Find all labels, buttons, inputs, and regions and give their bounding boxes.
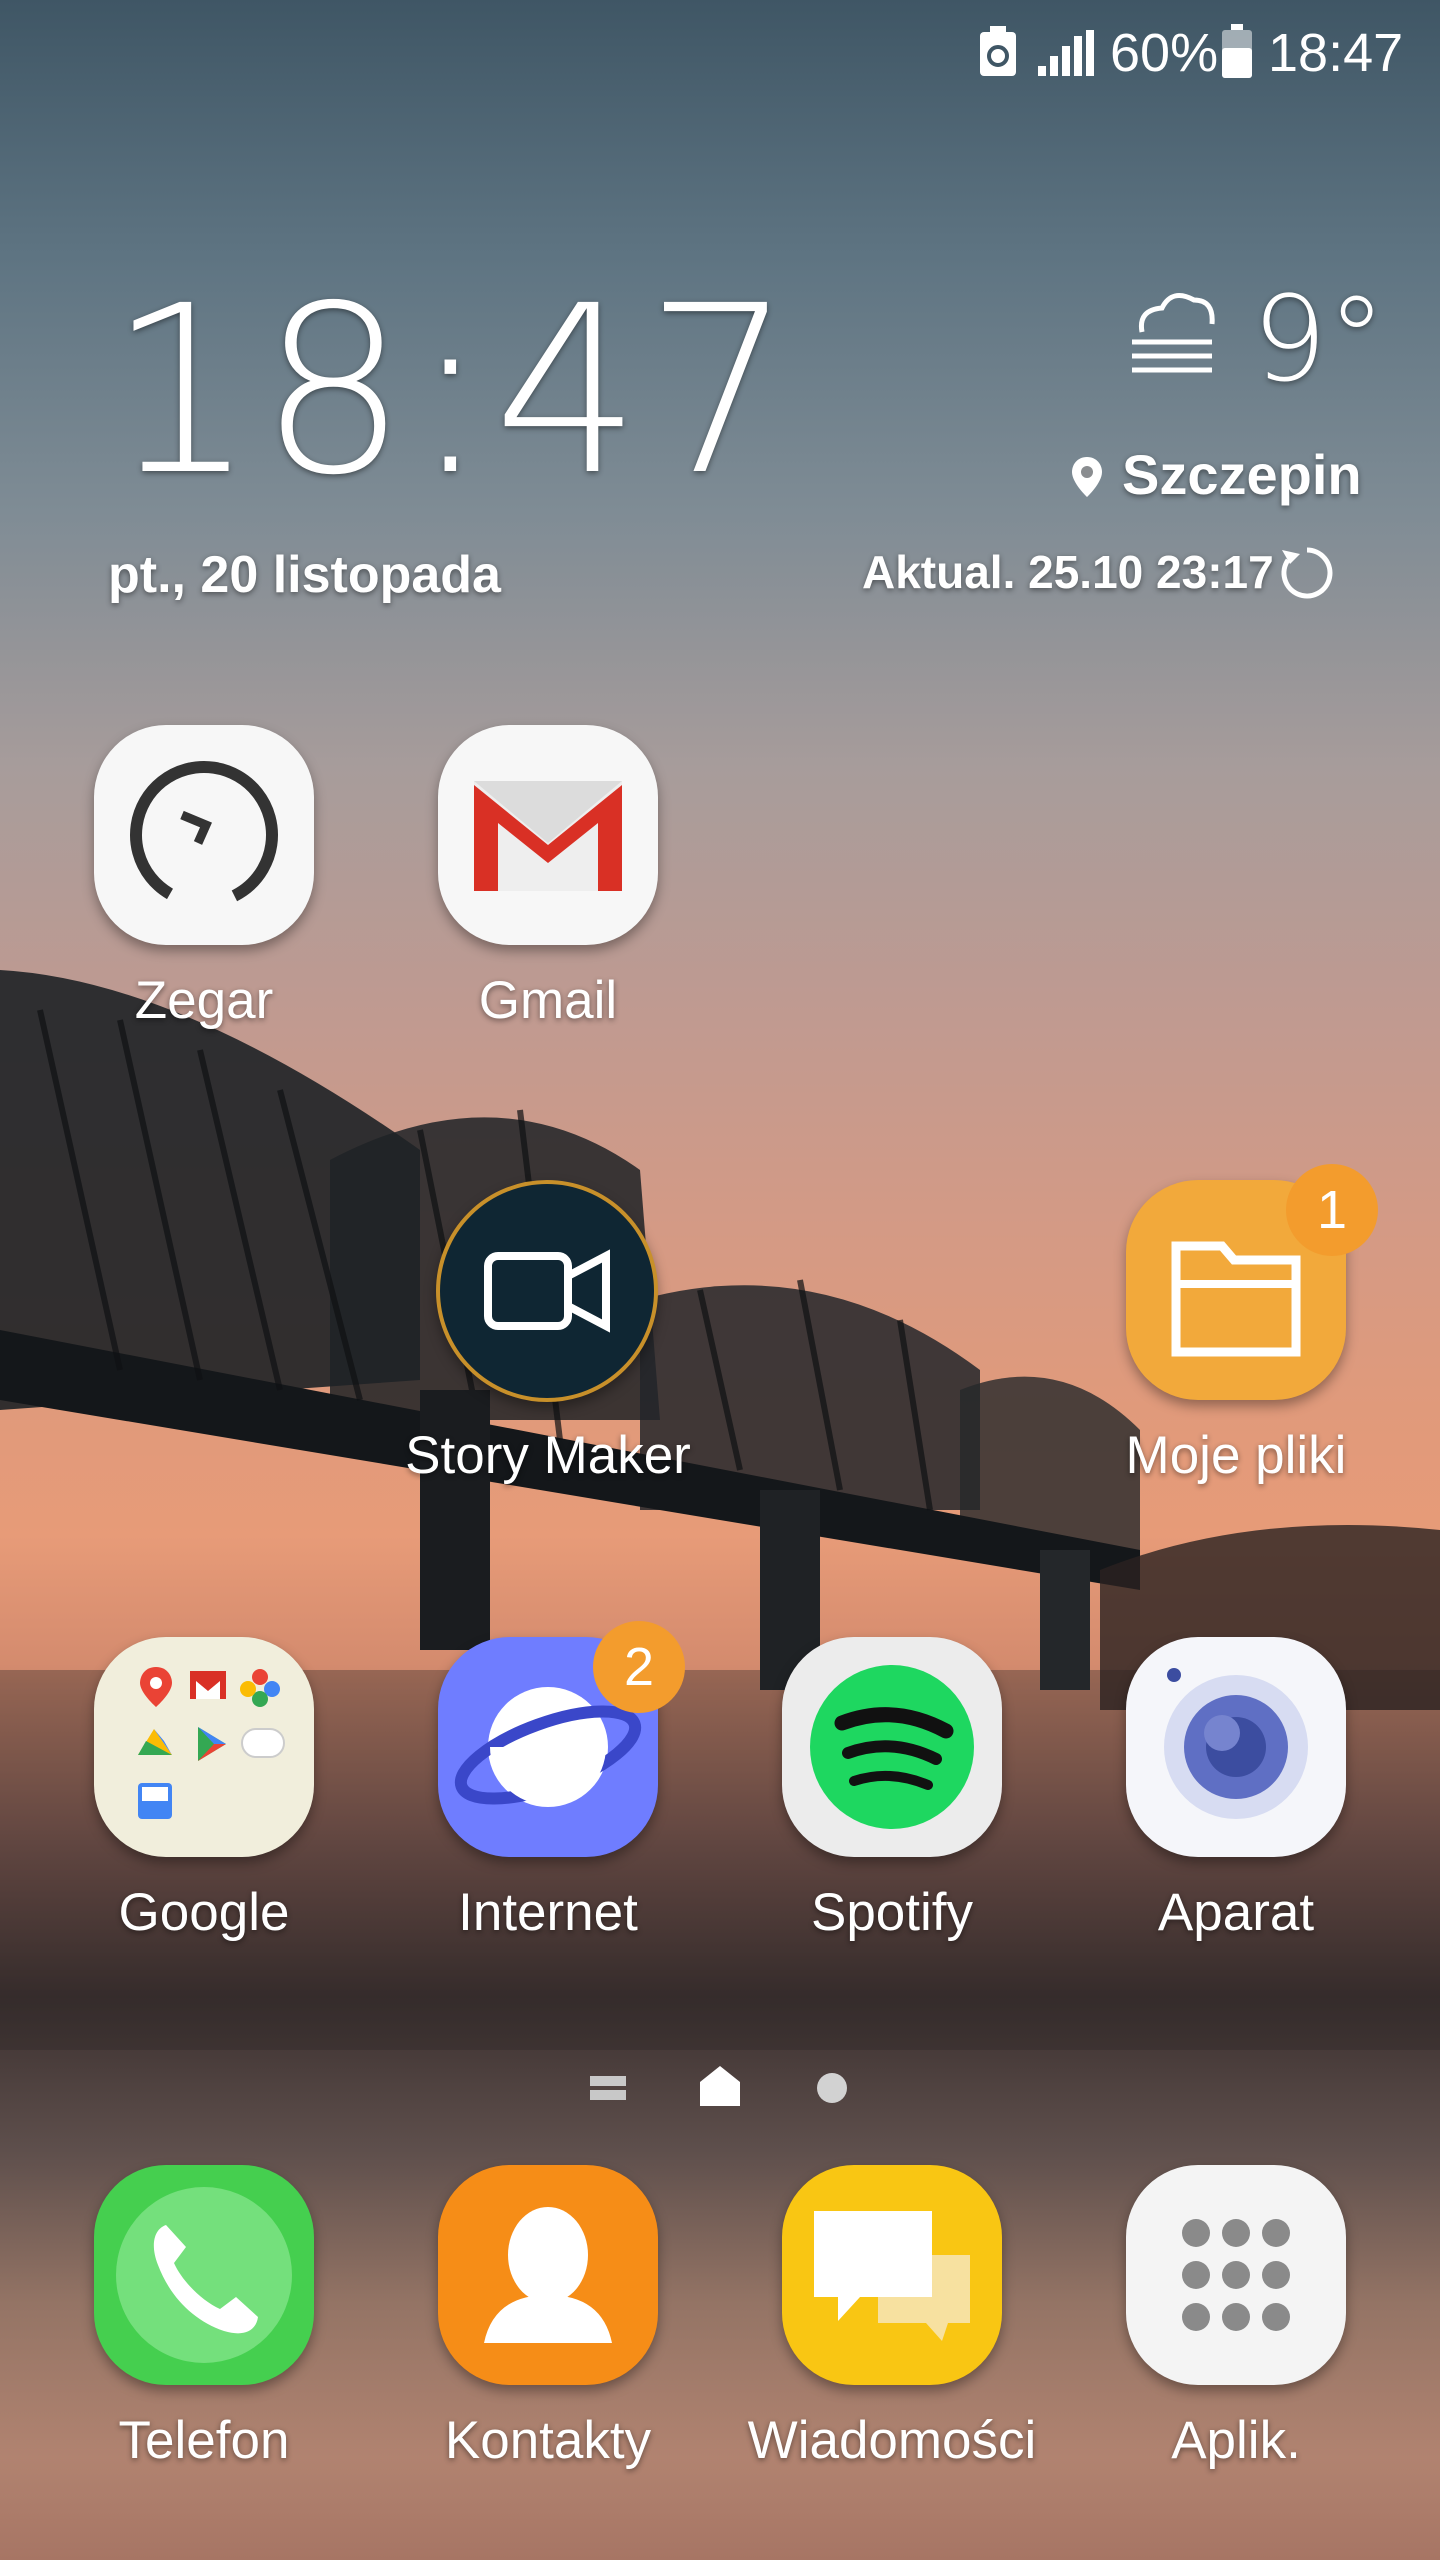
clock-app-icon [94,725,314,945]
app-label: Zegar [134,971,274,1030]
app-wiadomosci[interactable]: Wiadomości [748,2165,1036,2495]
app-spotify[interactable]: Spotify [772,1637,1012,1967]
app-label: Telefon [118,2411,290,2470]
apps-grid-icon [1126,2165,1346,2385]
battery-percent: 60% [1110,23,1219,83]
app-google-folder[interactable]: Google [84,1637,324,1967]
weather-temperature: 9° [1252,270,1387,408]
google-folder-icon [94,1637,314,1857]
refresh-icon[interactable] [1278,544,1336,602]
app-label: Spotify [810,1883,974,1942]
weather-updated: Aktual. 25.10 23:17 [862,546,1274,598]
weather-location: Szczepin [1122,443,1362,506]
camera-icon [1126,1637,1346,1857]
app-drawer[interactable]: Aplik. [1116,2165,1356,2495]
video-camera-icon [436,1180,658,1402]
contacts-icon [438,2165,658,2385]
app-story-maker[interactable]: Story Maker [405,1180,691,1510]
clock-time: 18:47 [108,256,797,526]
status-bar: 60% 18:47 [0,0,1440,104]
app-label: Kontakty [444,2411,652,2470]
battery-saver-icon [980,26,1016,76]
app-gmail[interactable]: Gmail [428,725,668,1055]
app-moje-pliki[interactable]: 1 Moje pliki [1116,1164,1378,1510]
app-label: Story Maker [405,1426,691,1485]
location-pin-icon [1072,457,1102,497]
signal-strength-icon [1038,30,1094,76]
gmail-icon [438,725,658,945]
app-internet[interactable]: 2 Internet [428,1621,685,1967]
home-page-icon[interactable] [698,2064,742,2108]
app-label: Aplik. [1171,2411,1301,2470]
status-time: 18:47 [1268,23,1404,83]
app-label: Google [118,1883,290,1942]
battery-icon [1222,24,1252,78]
notification-badge: 1 [1286,1164,1378,1256]
clock-date: pt., 20 listopada [108,546,501,604]
app-label: Moje pliki [1125,1426,1347,1485]
messages-icon [782,2165,1002,2385]
app-zegar[interactable]: Zegar [84,725,324,1055]
notification-badge: 2 [593,1621,685,1713]
app-kontakty[interactable]: Kontakty [428,2165,668,2495]
phone-icon [94,2165,314,2385]
app-label: Aparat [1157,1883,1315,1942]
app-aparat[interactable]: Aparat [1116,1637,1356,1967]
app-label: Wiadomości [747,2411,1037,2470]
app-telefon[interactable]: Telefon [84,2165,324,2495]
app-label: Gmail [478,971,618,1030]
app-label: Internet [458,1883,638,1942]
page-dot-icon[interactable] [814,2068,854,2108]
spotify-icon [782,1637,1002,1857]
widget-page-icon[interactable] [588,2068,628,2108]
cloudy-windy-icon [1132,293,1215,373]
